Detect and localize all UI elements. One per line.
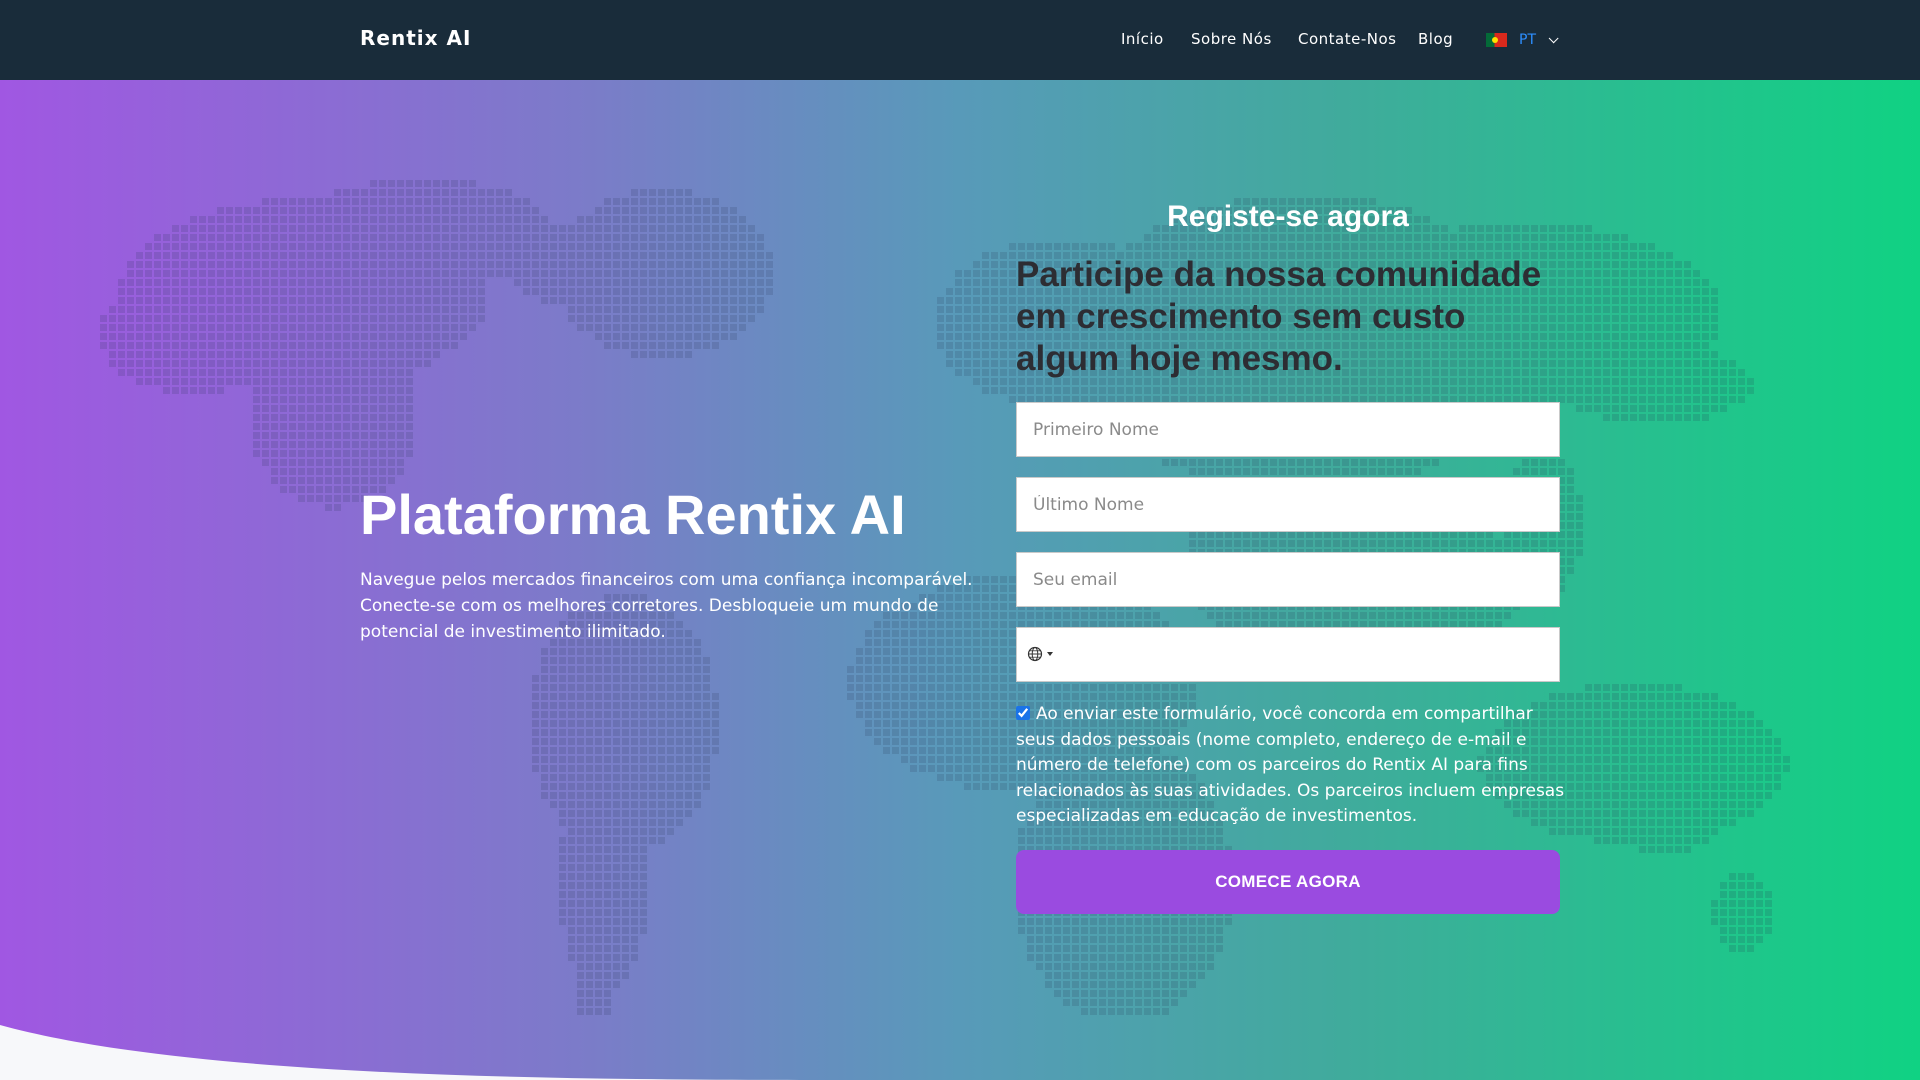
consent-text: Ao enviar este formulário, você concorda… (1016, 704, 1565, 826)
brand-logo[interactable]: Rentix AI (360, 26, 471, 50)
hero-section: Plataforma Rentix AI Navegue pelos merca… (0, 80, 1920, 1080)
bottom-curve (0, 1025, 860, 1080)
hero-title-brand: Rentix AI (665, 483, 906, 546)
form-headline: Participe da nossa comunidade em crescim… (1016, 255, 1542, 378)
globe-icon (1027, 646, 1043, 662)
phone-field (1016, 627, 1560, 682)
chevron-down-icon (1548, 32, 1559, 43)
hero-title: Plataforma Rentix AI (360, 482, 906, 547)
form-title: Registe-se agora (1167, 200, 1409, 233)
nav-link-blog[interactable]: Blog (1418, 30, 1453, 48)
top-navbar: Rentix AI Início Sobre Nós Contate-Nos B… (0, 0, 1920, 80)
hero-title-prefix: Plataforma (360, 483, 650, 546)
start-now-button[interactable]: COMECE AGORA (1016, 850, 1560, 914)
phone-country-dropdown[interactable] (1027, 646, 1053, 662)
consent-block: Ao enviar este formulário, você concorda… (1016, 702, 1566, 830)
nav-link-inicio[interactable]: Início (1121, 30, 1164, 48)
hero-description: Navegue pelos mercados financeiros com u… (360, 570, 973, 642)
caret-down-icon (1047, 652, 1053, 656)
portugal-flag-icon (1486, 33, 1507, 47)
nav-link-sobre-nos[interactable]: Sobre Nós (1191, 30, 1272, 48)
last-name-input[interactable] (1016, 477, 1560, 532)
consent-checkbox[interactable] (1016, 706, 1030, 720)
language-code: PT (1519, 32, 1536, 48)
nav-link-contate-nos[interactable]: Contate-Nos (1298, 30, 1396, 48)
first-name-input[interactable] (1016, 402, 1560, 457)
email-input[interactable] (1016, 552, 1560, 607)
language-selector[interactable]: PT (1486, 30, 1559, 50)
phone-input[interactable] (1065, 628, 1555, 681)
